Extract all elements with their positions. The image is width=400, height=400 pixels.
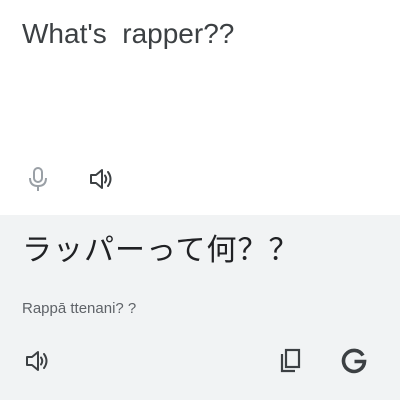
speaker-icon [90, 169, 112, 189]
microphone-icon [29, 167, 47, 191]
copy-icon [280, 348, 301, 373]
listen-source-button[interactable] [86, 163, 118, 195]
speaker-icon [26, 351, 48, 371]
microphone-button[interactable] [22, 163, 54, 195]
google-search-button[interactable] [338, 345, 370, 377]
listen-translation-button[interactable] [22, 345, 54, 377]
google-g-icon [341, 348, 367, 374]
source-text[interactable]: What's rapper?? [22, 14, 234, 54]
copy-button[interactable] [274, 345, 306, 377]
translation-panel: ラッパーって何？？ Rappā ttenani? ? [0, 215, 400, 400]
source-panel: What's rapper?? [0, 0, 400, 215]
translation-text: ラッパーって何？？ [22, 233, 300, 268]
transliteration-text: Rappā ttenani? ? [22, 300, 137, 317]
